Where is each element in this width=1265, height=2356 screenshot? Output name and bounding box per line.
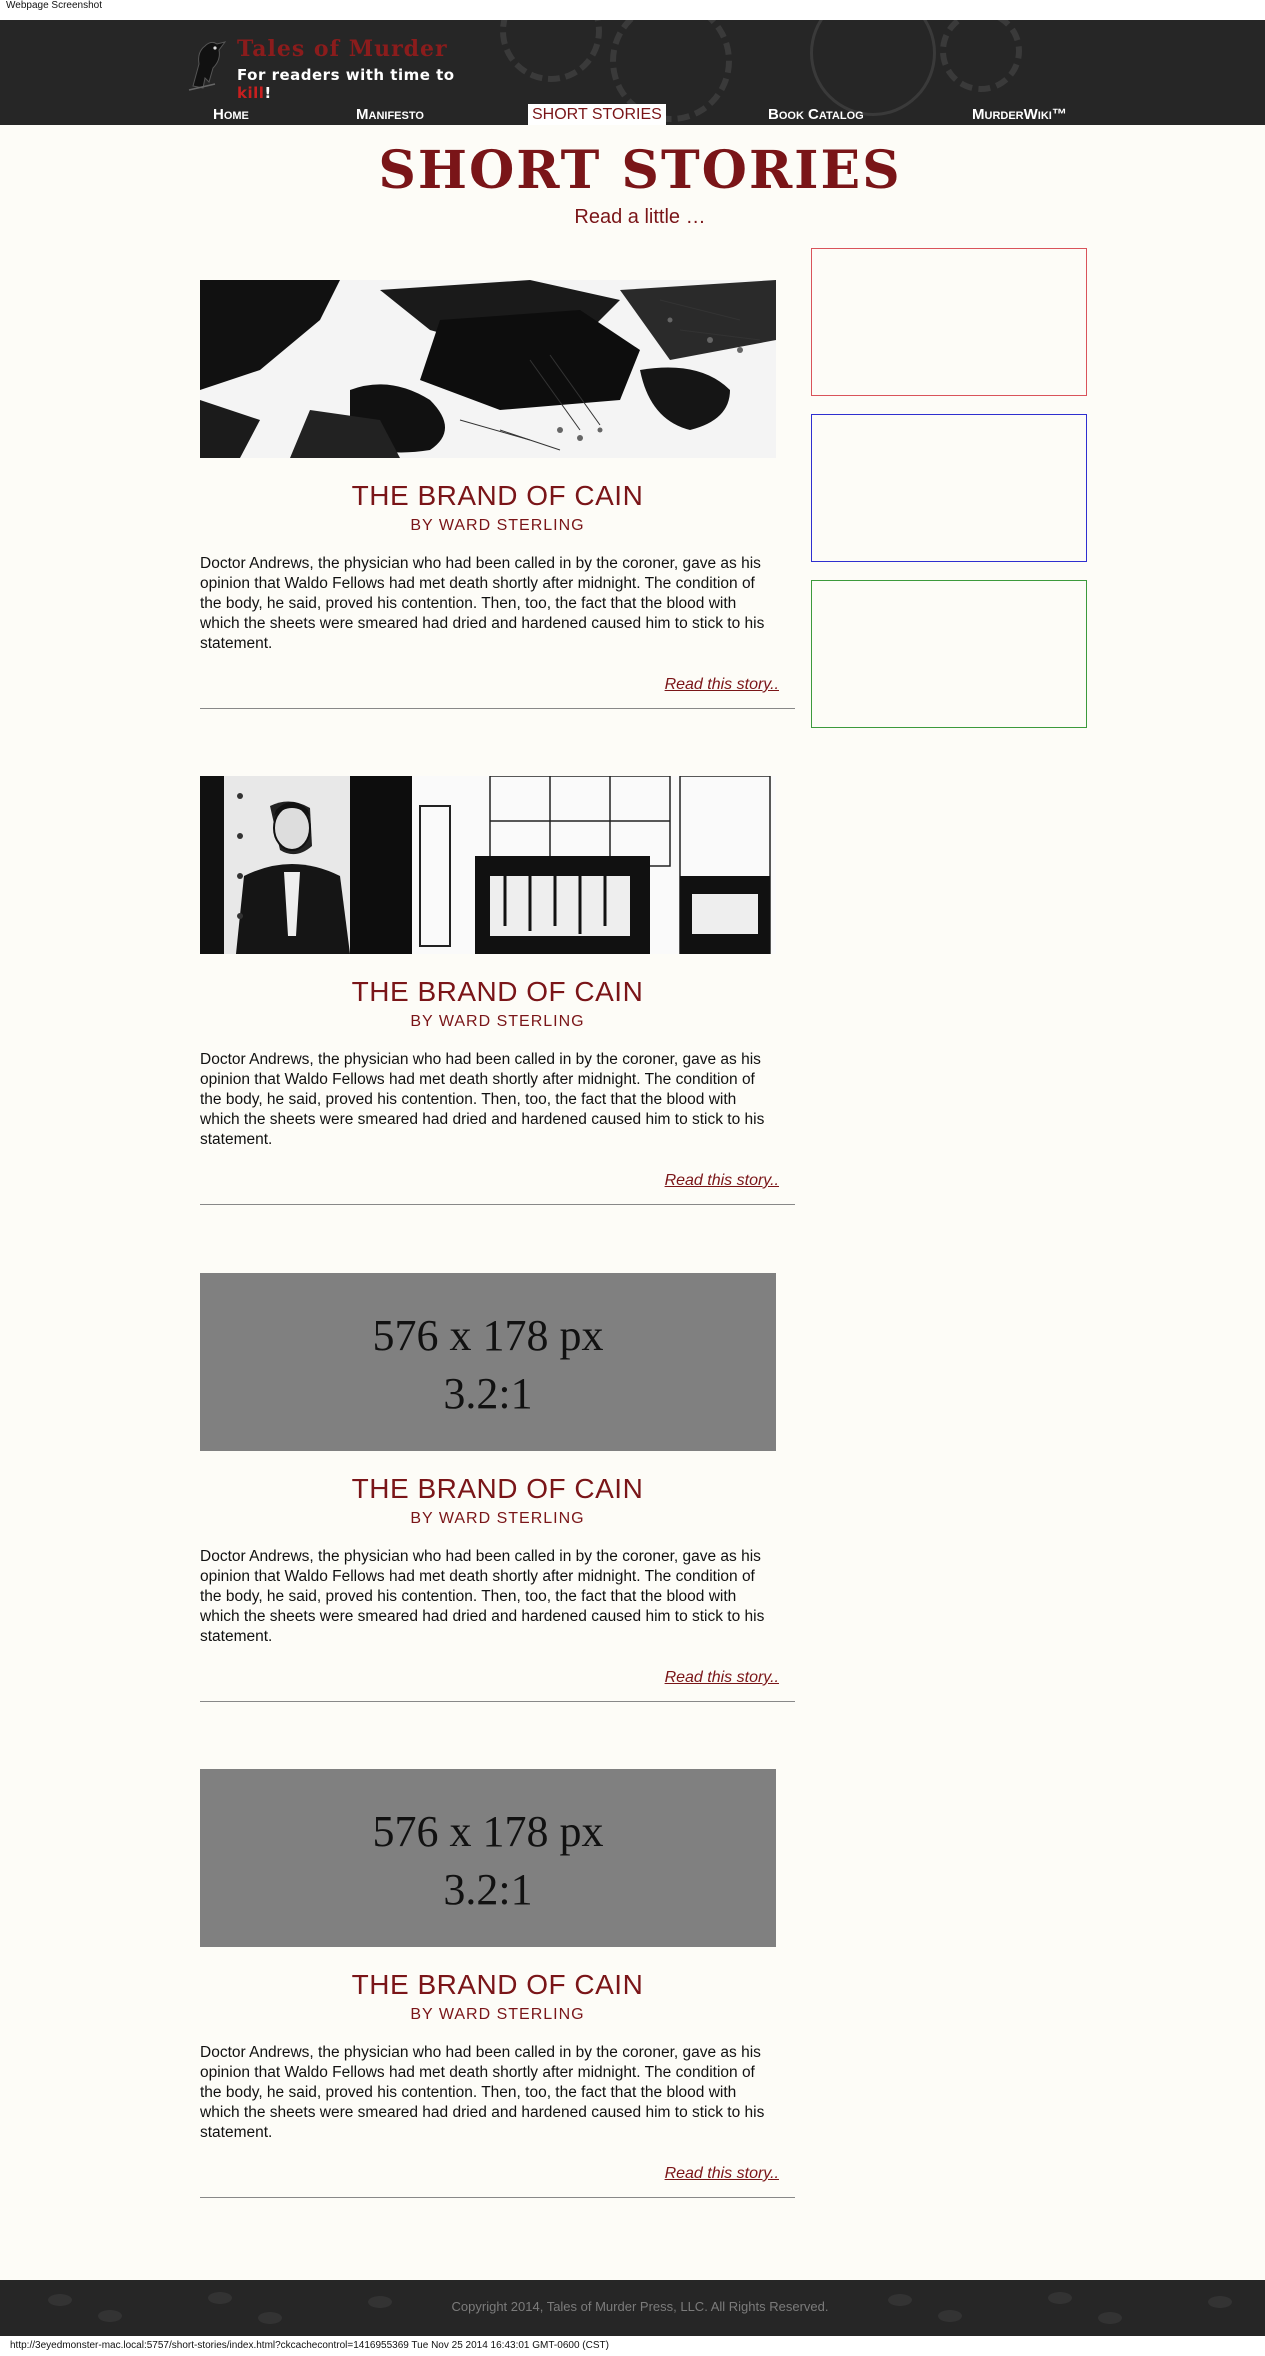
story-title[interactable]: THE BRAND OF CAIN bbox=[200, 480, 795, 512]
story-excerpt: Doctor Andrews, the physician who had be… bbox=[200, 2044, 765, 2141]
site-footer: Copyright 2014, Tales of Murder Press, L… bbox=[0, 2280, 1265, 2336]
story-byline: BY WARD STERLING bbox=[410, 1013, 585, 1030]
sidebar-ad-slot[interactable] bbox=[811, 414, 1087, 562]
story-byline: BY WARD STERLING bbox=[410, 2006, 585, 2023]
story-card: 576 x 178 px 3.2:1 THE BRAND OF CAIN BY … bbox=[200, 1273, 795, 1703]
read-story-link[interactable]: Read this story.. bbox=[665, 1172, 779, 1190]
page-title: SHORT STORIES bbox=[378, 140, 902, 201]
nav-item-home[interactable]: Home bbox=[209, 104, 253, 125]
story-title[interactable]: THE BRAND OF CAIN bbox=[200, 976, 795, 1008]
nav-item-murderwiki[interactable]: MurderWiki™ bbox=[968, 104, 1071, 125]
story-byline: BY WARD STERLING bbox=[410, 1510, 585, 1527]
nav-item-book-catalog[interactable]: Book Catalog bbox=[764, 104, 868, 125]
divider bbox=[200, 708, 795, 709]
sidebar-ad-slot[interactable] bbox=[811, 580, 1087, 728]
story-image[interactable] bbox=[200, 776, 776, 954]
story-image-placeholder[interactable]: 576 x 178 px 3.2:1 bbox=[200, 1273, 776, 1451]
divider bbox=[200, 1204, 795, 1205]
page-subtitle: Read a little … bbox=[574, 206, 706, 228]
site-header: Tales of Murder For readers with time to… bbox=[0, 20, 1265, 125]
raven-icon bbox=[188, 41, 227, 91]
gear-decoration bbox=[500, 20, 602, 82]
story-image[interactable] bbox=[200, 280, 776, 458]
divider bbox=[200, 2197, 795, 2198]
browser-title-bar: Webpage Screenshot bbox=[0, 0, 1265, 20]
copyright-text: Copyright 2014, Tales of Murder Press, L… bbox=[451, 2299, 829, 2314]
story-card: THE BRAND OF CAIN BY WARD STERLING Docto… bbox=[200, 776, 795, 1206]
story-title[interactable]: THE BRAND OF CAIN bbox=[200, 1969, 795, 2001]
story-excerpt: Doctor Andrews, the physician who had be… bbox=[200, 1548, 765, 1645]
story-excerpt: Doctor Andrews, the physician who had be… bbox=[200, 555, 765, 652]
placeholder-ratio: 3.2:1 bbox=[443, 1865, 533, 1914]
site-logo[interactable]: Tales of Murder For readers with time to… bbox=[185, 34, 465, 102]
placeholder-ratio: 3.2:1 bbox=[443, 1369, 533, 1418]
browser-status-bar: http://3eyedmonster-mac.local:5757/short… bbox=[0, 2336, 1265, 2356]
crime-scene-illustration bbox=[200, 280, 776, 458]
gear-decoration bbox=[940, 20, 1022, 92]
read-story-link[interactable]: Read this story.. bbox=[665, 1669, 779, 1687]
story-excerpt: Doctor Andrews, the physician who had be… bbox=[200, 1051, 765, 1148]
read-story-link[interactable]: Read this story.. bbox=[665, 2165, 779, 2183]
status-url: http://3eyedmonster-mac.local:5757/short… bbox=[10, 2340, 609, 2351]
logo-tagline: For readers with time to kill! bbox=[237, 66, 455, 102]
placeholder-size: 576 x 178 px bbox=[372, 1807, 604, 1856]
nav-item-manifesto[interactable]: Manifesto bbox=[352, 104, 428, 125]
story-card: 576 x 178 px 3.2:1 THE BRAND OF CAIN BY … bbox=[200, 1769, 795, 2199]
story-byline: BY WARD STERLING bbox=[410, 517, 585, 534]
nav-item-short-stories[interactable]: SHORT STORIES bbox=[528, 104, 666, 125]
story-image-placeholder[interactable]: 576 x 178 px 3.2:1 bbox=[200, 1769, 776, 1947]
man-in-office-illustration bbox=[200, 776, 771, 954]
read-story-link[interactable]: Read this story.. bbox=[665, 676, 779, 694]
main-nav: Home Manifesto SHORT STORIES Book Catalo… bbox=[0, 102, 1265, 125]
window-title: Webpage Screenshot bbox=[6, 0, 102, 11]
divider bbox=[200, 1701, 795, 1702]
story-card: THE BRAND OF CAIN BY WARD STERLING Docto… bbox=[200, 280, 795, 710]
logo-title: Tales of Murder bbox=[237, 36, 448, 62]
story-title[interactable]: THE BRAND OF CAIN bbox=[200, 1473, 795, 1505]
placeholder-size: 576 x 178 px bbox=[372, 1311, 604, 1360]
sidebar-ad-slot[interactable] bbox=[811, 248, 1087, 396]
